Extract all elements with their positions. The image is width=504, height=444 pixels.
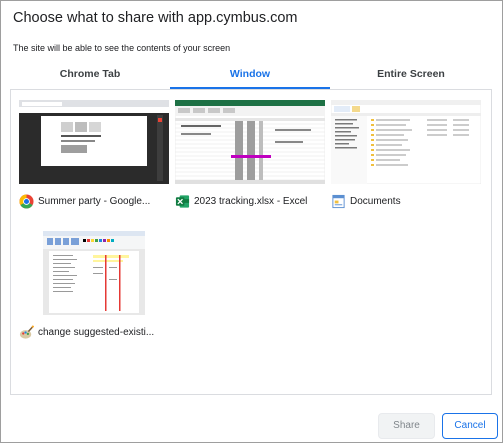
window-item[interactable]: Summer party - Google... [19,100,169,212]
tab-label: Chrome Tab [59,68,121,80]
window-thumbnail [43,231,145,315]
share-button[interactable]: Share [378,413,435,439]
excel-icon [175,194,190,208]
chrome-icon [19,193,34,209]
dialog-subtitle: The site will be able to see the content… [13,43,231,53]
window-list: Summer party - Google... 2023 tracking.x… [10,90,492,395]
dialog-title: Choose what to share with app.cymbus.com [13,10,298,26]
window-title: change suggested-existi... [38,326,155,338]
window-thumbnail [331,100,481,184]
cancel-button[interactable]: Cancel [442,413,498,439]
window-caption: change suggested-existi... [19,323,169,341]
window-item[interactable]: change suggested-existi... [19,231,169,343]
window-caption: Documents [331,192,481,210]
window-title: Documents [350,195,401,207]
paint-icon [19,324,34,339]
tab-label: Entire Screen [377,68,445,80]
window-title: 2023 tracking.xlsx - Excel [194,195,308,207]
window-thumbnail [175,100,325,184]
window-item[interactable]: 2023 tracking.xlsx - Excel [175,100,325,212]
share-source-tabs: Chrome Tab Window Entire Screen [10,61,492,89]
window-item[interactable]: Documents [331,100,481,212]
window-caption: Summer party - Google... [19,192,169,210]
file-explorer-icon [332,194,345,208]
tab-entire-screen[interactable]: Entire Screen [330,61,492,88]
tab-window[interactable]: Window [170,61,330,89]
window-thumbnail [19,100,169,184]
window-caption: 2023 tracking.xlsx - Excel [175,192,325,210]
window-title: Summer party - Google... [38,195,151,207]
tab-label: Window [229,68,271,80]
tab-chrome-tab[interactable]: Chrome Tab [10,61,170,88]
